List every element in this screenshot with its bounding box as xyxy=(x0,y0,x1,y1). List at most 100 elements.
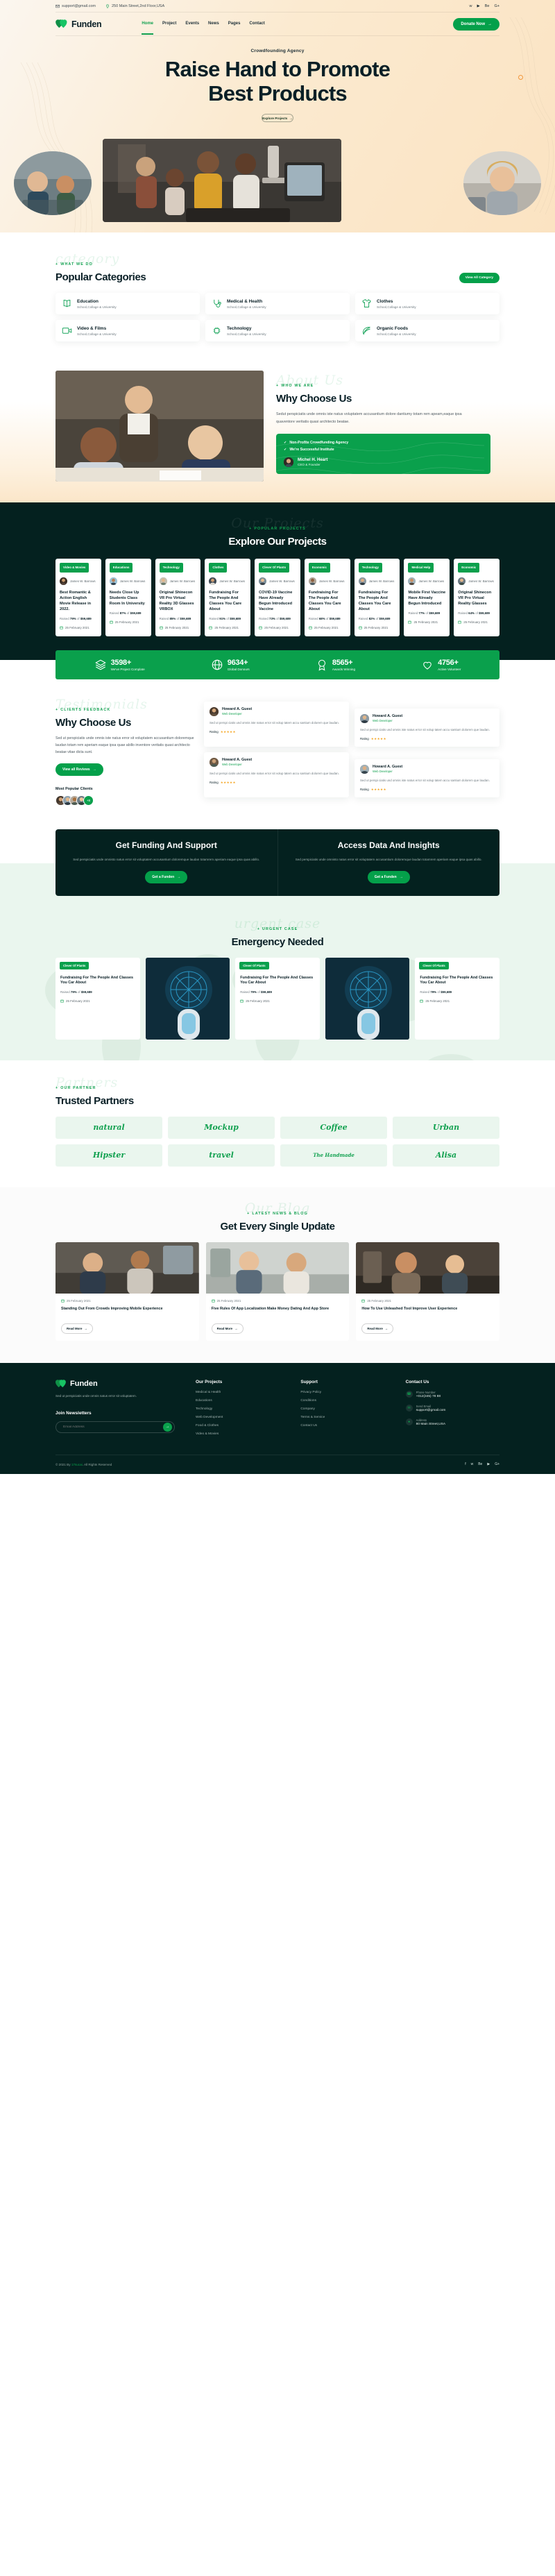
partner-logo[interactable]: natural xyxy=(56,1116,162,1139)
project-card[interactable]: Clothes James W. Barrows Fundraising For… xyxy=(205,559,251,636)
footer-link[interactable]: Medical & Health xyxy=(196,1391,289,1394)
youtube-icon[interactable]: ▶ xyxy=(487,1462,490,1466)
clients-more-count[interactable]: +8 xyxy=(83,795,94,806)
project-card[interactable]: Video & Movies James W. Barrows Best Rom… xyxy=(56,559,101,636)
emergency-title-text: Fundraising For The People And Classes Y… xyxy=(60,975,133,985)
get-funden-button[interactable]: Get a Funden → xyxy=(145,870,188,883)
newsletter-submit-button[interactable]: → xyxy=(163,1422,172,1432)
google-plus-icon[interactable]: G+ xyxy=(495,1462,500,1466)
footer-link[interactable]: Technology xyxy=(196,1407,289,1411)
category-card-clothes[interactable]: Clothes School,Collage & University xyxy=(355,293,500,315)
category-card-organic[interactable]: Organic Foods School,Collage & Universit… xyxy=(355,320,500,342)
project-date-text: 25 February 2021 xyxy=(164,625,189,629)
donate-now-button[interactable]: Donate Now → xyxy=(453,17,500,31)
project-author: James W. Barrows xyxy=(255,573,300,585)
blog-card[interactable]: 25 February 2021 How To Use Unleashed To… xyxy=(356,1242,500,1341)
calendar-icon xyxy=(408,620,412,624)
topbar-address[interactable]: 250 Main Street,2nd Floor,USA xyxy=(105,4,164,8)
category-card-video[interactable]: Video & Films School,Collage & Universit… xyxy=(56,320,200,342)
category-card-technology[interactable]: Technology School,Collage & University xyxy=(205,320,350,342)
project-card[interactable]: Economic James W. Barrows Original Shine… xyxy=(454,559,500,636)
nav-item-pages[interactable]: Pages xyxy=(228,22,241,27)
video-icon xyxy=(62,328,72,334)
emergency-date-text: 25 February 2021 xyxy=(66,999,90,1003)
project-card[interactable]: Technology James W. Barrows Original Shi… xyxy=(155,559,201,636)
emergency-card-photo[interactable] xyxy=(145,957,230,1040)
footer-contact-email[interactable]: ✉ Send Email support@gmail.com xyxy=(405,1404,500,1412)
project-card[interactable]: Economic James W. Barrows Fundraising Fo… xyxy=(304,559,350,636)
project-card[interactable]: Technology James W. Barrows Fundraising … xyxy=(354,559,400,636)
topbar-email[interactable]: support@gmail.com xyxy=(56,4,96,8)
email-input[interactable] xyxy=(63,1425,163,1429)
behance-icon[interactable]: Be xyxy=(478,1462,482,1466)
twitter-icon[interactable]: w xyxy=(471,1462,474,1466)
footer-link[interactable]: Company xyxy=(300,1407,394,1411)
emergency-card-photo[interactable] xyxy=(325,957,410,1040)
arrow-right-icon: → xyxy=(488,22,492,26)
youtube-icon[interactable]: ▶ xyxy=(477,4,480,8)
footer-contact-address[interactable]: ● Address 80 Main Street,USA xyxy=(405,1418,500,1426)
project-card[interactable]: Clever Of Plants James W. Barrows COVID-… xyxy=(255,559,300,636)
get-funden-button[interactable]: Get a Funden → xyxy=(367,870,410,883)
nav-item-news[interactable]: News xyxy=(208,22,219,27)
partner-logo[interactable]: Urban xyxy=(393,1116,500,1139)
explore-projects-button[interactable]: Explore Projects → xyxy=(262,114,293,123)
newsletter-form[interactable]: → xyxy=(56,1421,175,1433)
of-label: of xyxy=(425,611,429,616)
footer-link[interactable]: Video & Movies xyxy=(196,1432,289,1436)
partner-logo[interactable]: Alisa xyxy=(393,1144,500,1167)
project-card[interactable]: Educations James W. Barrows Needs Close … xyxy=(105,559,151,636)
project-raised: Raised 79% of $59,689 xyxy=(56,612,101,622)
brand-logo-group[interactable]: Funden xyxy=(56,19,102,29)
google-plus-icon[interactable]: G+ xyxy=(495,4,500,8)
twitter-icon[interactable]: w xyxy=(470,4,472,8)
footer-link[interactable]: Educations xyxy=(196,1399,289,1403)
footer-link[interactable]: Conditions xyxy=(300,1399,394,1403)
rating-stars: ★★★★★ xyxy=(370,736,386,740)
category-name: Technology xyxy=(227,325,252,331)
view-all-reviews-button[interactable]: View all Reviews → xyxy=(56,763,103,777)
emergency-card[interactable]: Clever Of Plants Fundraising For The Peo… xyxy=(56,957,140,1040)
emergency-photo xyxy=(145,957,230,1040)
emergency-card[interactable]: Clever Of Plants Fundraising For The Peo… xyxy=(415,957,500,1040)
emergency-card[interactable]: Clever Of Plants Fundraising For The Peo… xyxy=(235,957,320,1040)
raised-percent: 68% xyxy=(318,617,325,621)
category-card-education[interactable]: Education School,Collage & University xyxy=(56,293,200,315)
raised-amount: $59,689 xyxy=(80,617,92,621)
blog-card[interactable]: 25 February 2021 Standing Out From Crowd… xyxy=(56,1242,199,1341)
view-all-category-button[interactable]: View All Category xyxy=(459,273,500,284)
project-date: 25 February 2021 xyxy=(355,622,400,631)
partner-logo[interactable]: Mockup xyxy=(168,1116,275,1139)
partner-logo[interactable]: The Handmade xyxy=(280,1144,387,1167)
calendar-icon xyxy=(361,1299,366,1303)
nav-item-project[interactable]: Project xyxy=(162,22,176,27)
footer-link[interactable]: Contact Us xyxy=(300,1424,394,1427)
facebook-icon[interactable]: f xyxy=(465,1462,466,1466)
read-more-button[interactable]: Read More → xyxy=(61,1323,93,1334)
footer-contact-phone[interactable]: ☎ Phone Number +012(345) 78 88 xyxy=(405,1390,500,1398)
behance-icon[interactable]: Be xyxy=(485,4,490,8)
footer-link[interactable]: Web Development xyxy=(196,1416,289,1419)
project-date-text: 25 February 2021 xyxy=(364,625,388,629)
read-more-button[interactable]: Read More → xyxy=(361,1323,394,1334)
nav-item-contact[interactable]: Contact xyxy=(249,22,264,27)
contact-value: +012(345) 78 88 xyxy=(416,1394,441,1398)
partner-logo[interactable]: Hipster xyxy=(56,1144,162,1167)
partner-logo[interactable]: travel xyxy=(168,1144,275,1167)
copyright-link[interactable]: 17sucai xyxy=(71,1463,83,1466)
chip-icon xyxy=(213,327,221,334)
read-more-button[interactable]: Read More → xyxy=(211,1323,244,1334)
footer-link[interactable]: Food & Clothes xyxy=(196,1424,289,1427)
partner-logo[interactable]: Coffee xyxy=(280,1116,387,1139)
partners-grid: natural Mockup Coffee Urban Hipster trav… xyxy=(56,1116,500,1167)
nav-item-events[interactable]: Events xyxy=(185,22,199,27)
footer-link[interactable]: Terms & Service xyxy=(300,1416,394,1419)
project-card[interactable]: Medical Help James W. Barrows Mobile Fir… xyxy=(404,559,450,636)
footer-brand[interactable]: Funden xyxy=(56,1380,185,1388)
of-label: of xyxy=(375,617,379,621)
blog-card[interactable]: 25 February 2021 Five Rules Of App Local… xyxy=(205,1242,350,1341)
footer-link[interactable]: Privacy Policy xyxy=(300,1391,394,1394)
nav-item-home[interactable]: Home xyxy=(142,22,153,35)
category-card-medical[interactable]: Medical & Health School,Collage & Univer… xyxy=(205,293,350,315)
avatar xyxy=(458,577,466,585)
